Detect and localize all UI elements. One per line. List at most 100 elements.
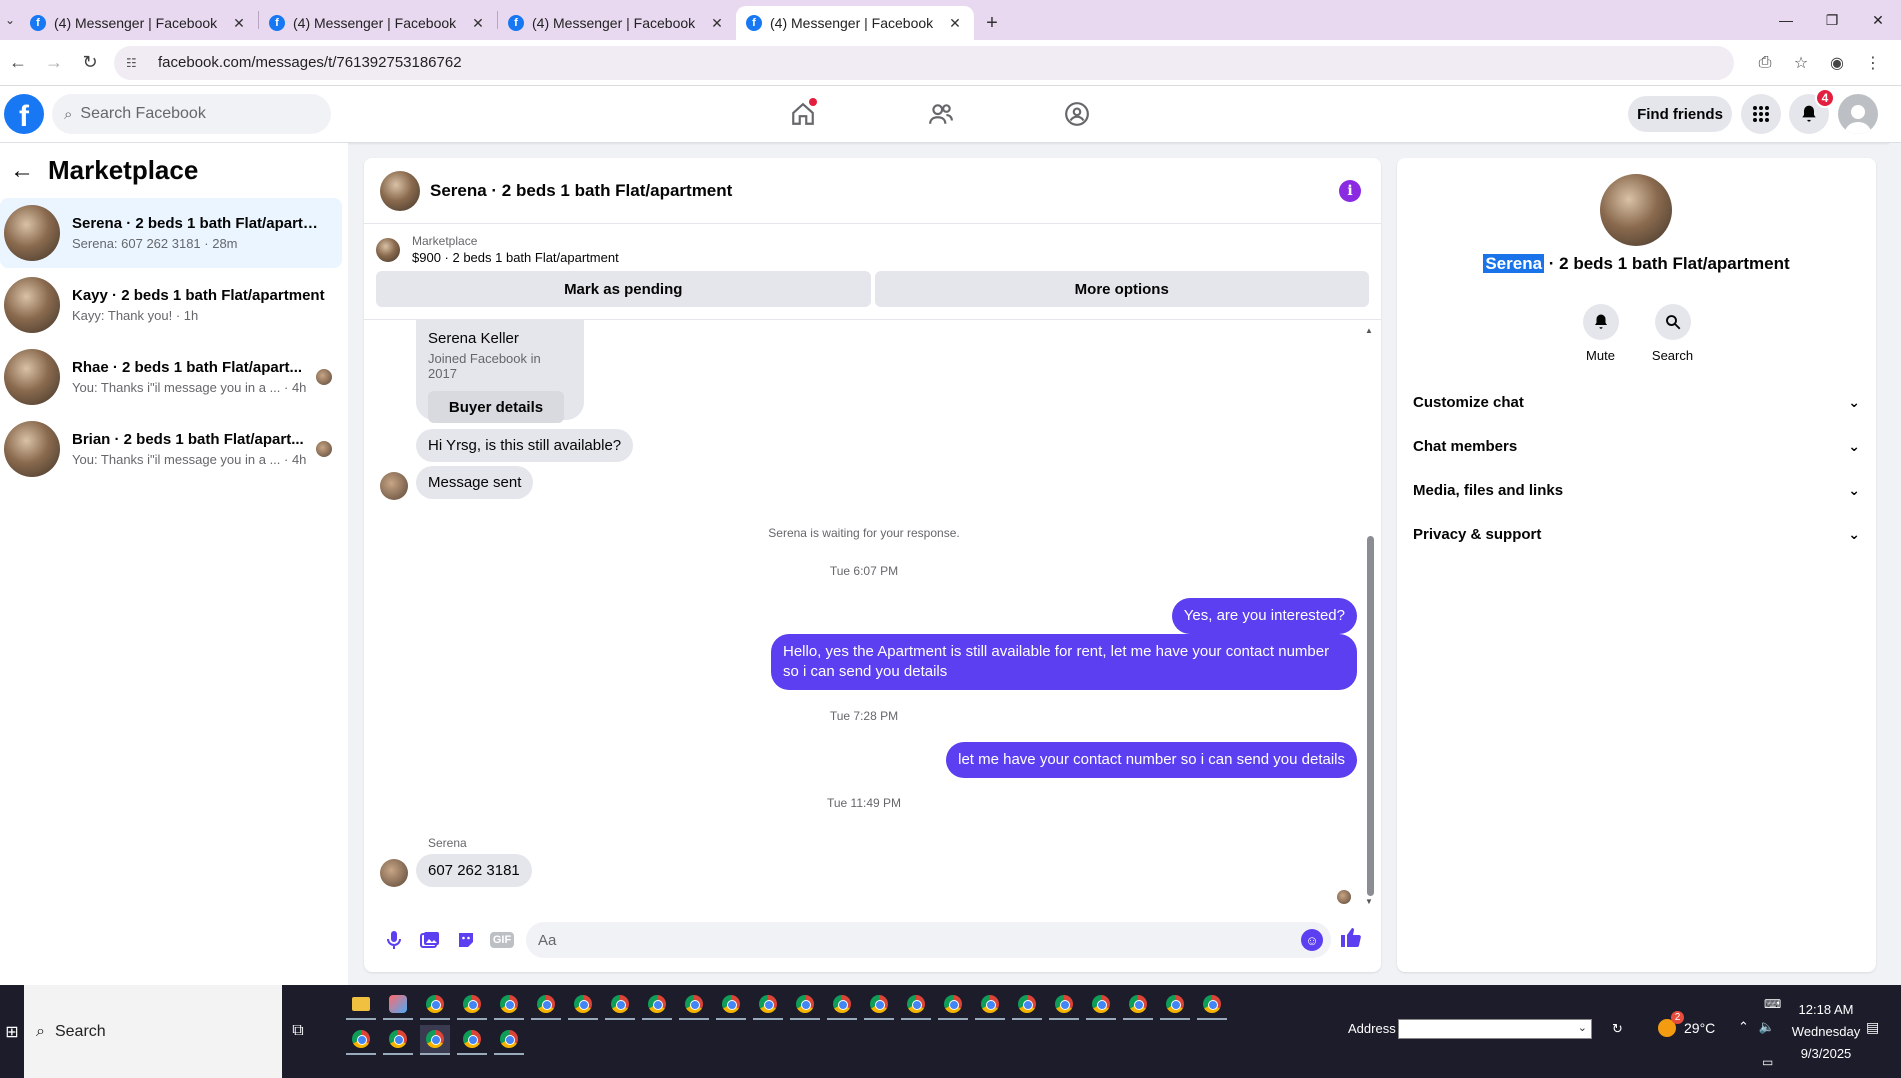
browser-tab-2[interactable]: f (4) Messenger | Facebook ✕ xyxy=(259,6,497,40)
gif-icon[interactable]: GIF xyxy=(484,922,520,958)
chrome-icon[interactable] xyxy=(568,990,598,1020)
tab-search-chevron-icon[interactable]: ⌄ xyxy=(0,0,20,40)
reload-icon[interactable]: ↻ xyxy=(72,45,108,81)
forward-arrow-icon[interactable]: → xyxy=(36,45,72,81)
chrome-icon[interactable] xyxy=(457,1025,487,1055)
chrome-icon[interactable] xyxy=(642,990,672,1020)
install-app-icon[interactable]: ⎙ xyxy=(1747,45,1783,81)
bell-icon[interactable] xyxy=(1582,304,1619,340)
mute-action[interactable]: Mute xyxy=(1582,304,1619,363)
restore-icon[interactable]: ❐ xyxy=(1809,0,1855,40)
menu-grid-icon[interactable] xyxy=(1741,94,1781,134)
address-go-icon[interactable]: ↻ xyxy=(1612,1021,1623,1037)
taskbar-search[interactable]: ⌕ Search xyxy=(24,985,282,1078)
facebook-logo-icon[interactable]: f xyxy=(4,94,44,134)
chrome-icon[interactable] xyxy=(679,990,709,1020)
section-media-files-links[interactable]: Media, files and links ⌄ xyxy=(1413,468,1860,512)
chevron-up-icon[interactable]: ⌃ xyxy=(1738,1019,1749,1035)
conversation-brian[interactable]: Brian · 2 beds 1 bath Flat/apart... You:… xyxy=(0,414,342,484)
message-scrollbar[interactable]: ▲ ▼ xyxy=(1365,326,1375,906)
chevron-down-icon[interactable]: ⌄ xyxy=(1578,1021,1587,1034)
photo-icon[interactable] xyxy=(412,922,448,958)
site-settings-icon[interactable]: ☷ xyxy=(126,56,144,70)
system-clock[interactable]: 12:18 AM Wednesday 9/3/2025 xyxy=(1786,999,1866,1065)
chrome-icon[interactable] xyxy=(1123,990,1153,1020)
chrome-icon[interactable] xyxy=(901,990,931,1020)
chrome-icon[interactable] xyxy=(457,990,487,1020)
browser-menu-icon[interactable]: ⋮ xyxy=(1855,45,1891,81)
search-action[interactable]: Search xyxy=(1652,304,1693,363)
conversation-rhae[interactable]: Rhae · 2 beds 1 bath Flat/apart... You: … xyxy=(0,342,342,412)
search-icon[interactable] xyxy=(1654,304,1691,340)
chat-thumbnail[interactable] xyxy=(380,170,420,211)
chrome-icon[interactable] xyxy=(753,990,783,1020)
file-explorer-icon[interactable] xyxy=(346,990,376,1020)
chrome-icon[interactable] xyxy=(1049,990,1079,1020)
account-avatar[interactable] xyxy=(1838,94,1878,134)
browser-tab-3[interactable]: f (4) Messenger | Facebook ✕ xyxy=(498,6,736,40)
chrome-icon[interactable] xyxy=(383,1025,413,1055)
minimize-icon[interactable]: — xyxy=(1763,0,1809,40)
chrome-icon[interactable] xyxy=(531,990,561,1020)
network-icon[interactable]: ▭ xyxy=(1762,1055,1773,1069)
paint-icon[interactable] xyxy=(383,990,413,1020)
chrome-icon[interactable] xyxy=(346,1025,376,1055)
tab-close-icon[interactable]: ✕ xyxy=(230,15,248,32)
chrome-icon[interactable] xyxy=(975,990,1005,1020)
notifications-bell-icon[interactable]: 4 xyxy=(1789,88,1835,134)
microphone-icon[interactable] xyxy=(376,922,412,958)
task-view-icon[interactable]: ⧉ xyxy=(286,1019,310,1043)
windows-start-icon[interactable]: ⊞ xyxy=(0,985,24,1078)
browser-tab-1[interactable]: f (4) Messenger | Facebook ✕ xyxy=(20,6,258,40)
section-chat-members[interactable]: Chat members ⌄ xyxy=(1413,424,1860,468)
notification-center-icon[interactable]: ▤ xyxy=(1866,1019,1879,1036)
emoji-icon[interactable]: ☺ xyxy=(1301,929,1323,951)
tab-close-icon[interactable]: ✕ xyxy=(469,15,487,32)
touch-keyboard-icon[interactable]: ⌨ xyxy=(1764,997,1781,1011)
chrome-icon[interactable] xyxy=(938,990,968,1020)
volume-icon[interactable]: 🔈 xyxy=(1759,1019,1775,1035)
back-arrow-icon[interactable]: ← xyxy=(10,157,34,185)
chrome-icon[interactable] xyxy=(494,1025,524,1055)
facebook-search-input[interactable]: ⌕ Search Facebook xyxy=(52,94,331,134)
weather-widget[interactable]: 2 29°C xyxy=(1658,1011,1715,1037)
new-tab-button[interactable]: + xyxy=(974,6,1010,40)
chrome-icon[interactable] xyxy=(864,990,894,1020)
chrome-icon[interactable] xyxy=(1012,990,1042,1020)
address-toolbar-input[interactable]: ⌄ xyxy=(1398,1019,1592,1039)
chrome-icon[interactable] xyxy=(605,990,635,1020)
chrome-icon[interactable] xyxy=(1197,990,1227,1020)
chat-title[interactable]: Serena · 2 beds 1 bath Flat/apartment xyxy=(430,181,732,201)
thumbs-up-icon[interactable] xyxy=(1339,925,1363,955)
friends-icon[interactable] xyxy=(921,96,961,132)
sticker-icon[interactable] xyxy=(448,922,484,958)
bookmark-star-icon[interactable]: ☆ xyxy=(1783,45,1819,81)
chrome-icon[interactable] xyxy=(420,1025,450,1055)
chrome-icon[interactable] xyxy=(827,990,857,1020)
more-options-button[interactable]: More options xyxy=(874,271,1369,307)
url-field[interactable]: ☷ facebook.com/messages/t/76139275318676… xyxy=(114,45,1734,80)
listing-large-thumbnail[interactable] xyxy=(1600,174,1672,246)
home-icon[interactable] xyxy=(783,96,823,132)
chrome-icon[interactable] xyxy=(716,990,746,1020)
find-friends-button[interactable]: Find friends xyxy=(1628,96,1732,132)
section-customize-chat[interactable]: Customize chat ⌄ xyxy=(1413,380,1860,424)
conversation-serena[interactable]: Serena · 2 beds 1 bath Flat/apartm... Se… xyxy=(0,198,342,268)
message-input[interactable]: Aa ☺ xyxy=(526,922,1331,958)
scroll-up-icon[interactable]: ▲ xyxy=(1365,326,1373,335)
chrome-icon[interactable] xyxy=(494,990,524,1020)
close-window-icon[interactable]: ✕ xyxy=(1855,0,1901,40)
profile-icon[interactable]: ◉ xyxy=(1819,45,1855,81)
chrome-icon[interactable] xyxy=(790,990,820,1020)
tab-close-icon[interactable]: ✕ xyxy=(708,15,726,32)
section-privacy-support[interactable]: Privacy & support ⌄ xyxy=(1413,512,1860,556)
groups-icon[interactable] xyxy=(1057,96,1097,132)
listing-price-title[interactable]: $900 · 2 beds 1 bath Flat/apartment xyxy=(412,250,619,265)
chrome-icon[interactable] xyxy=(420,990,450,1020)
tab-close-icon[interactable]: ✕ xyxy=(946,15,964,32)
conversation-kayy[interactable]: Kayy · 2 beds 1 bath Flat/apartment Kayy… xyxy=(0,270,342,340)
page-scrollbar[interactable] xyxy=(1889,143,1901,985)
info-icon[interactable]: i xyxy=(1339,180,1361,202)
back-arrow-icon[interactable]: ← xyxy=(0,45,36,81)
mark-as-pending-button[interactable]: Mark as pending xyxy=(376,271,871,307)
